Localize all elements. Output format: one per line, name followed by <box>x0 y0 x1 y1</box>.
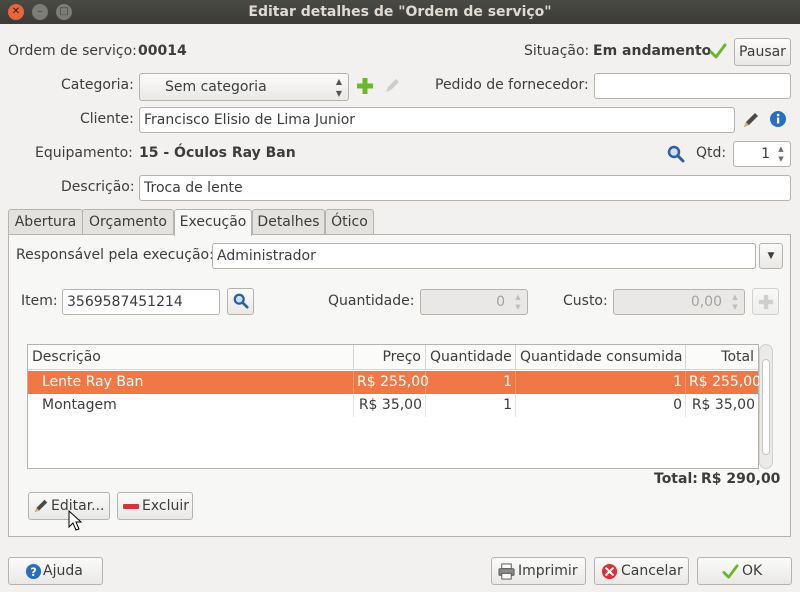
tab-otico[interactable]: Ótico <box>325 209 374 235</box>
supplier-order-input[interactable] <box>594 73 791 99</box>
equipment-value: 15 - Óculos Ray Ban <box>139 145 296 161</box>
window-titlebar: Editar detalhes de "Ordem de serviço" <box>0 0 800 24</box>
category-combobox[interactable]: Sem categoria ▲ ▼ <box>139 73 349 101</box>
spin-arrows-icon: ▲ ▼ <box>515 293 521 311</box>
delete-button[interactable]: Excluir <box>117 492 193 520</box>
os-label: Ordem de serviço: <box>8 43 137 59</box>
column-header-consumed[interactable]: Quantidade consumida <box>516 345 686 370</box>
cell-quantity: 1 <box>426 371 516 394</box>
total-label: Total: <box>654 471 698 487</box>
table-row[interactable]: Lente Ray Ban R$ 255,00 1 1 R$ 255,00 <box>28 371 762 394</box>
qty-value: 1 <box>761 146 770 162</box>
cost-spinbutton: 0,00 ▲ ▼ <box>613 289 745 315</box>
category-value: Sem categoria <box>165 79 267 95</box>
column-header-total[interactable]: Total <box>686 345 758 370</box>
table-row[interactable]: Montagem R$ 35,00 1 0 R$ 35,00 <box>28 394 758 417</box>
table-scrollbar[interactable] <box>759 344 773 469</box>
items-table: Descrição Preço Quantidade Quantidade co… <box>27 344 762 469</box>
close-window-button[interactable]: ✕ <box>8 4 24 20</box>
edit-category-icon[interactable] <box>384 78 400 94</box>
search-icon <box>233 293 249 309</box>
cell-consumed: 1 <box>516 371 686 394</box>
svg-text:?: ? <box>30 565 37 579</box>
help-button-label: Ajuda <box>43 563 83 579</box>
minus-icon <box>123 504 139 510</box>
responsible-label: Responsável pela execução: <box>16 247 214 263</box>
check-icon <box>709 42 727 60</box>
chevron-down-icon: ▼ <box>767 251 775 261</box>
status-label: Situação: <box>524 43 590 59</box>
cell-consumed: 0 <box>516 394 686 417</box>
supplier-order-label: Pedido de fornecedor: <box>435 77 589 93</box>
tab-orcamento[interactable]: Orçamento <box>82 209 174 235</box>
equipment-label: Equipamento: <box>35 145 133 161</box>
quantity-value: 0 <box>496 294 505 310</box>
client-label: Cliente: <box>80 111 134 127</box>
pencil-icon <box>33 498 49 514</box>
cancel-button[interactable]: Cancelar <box>594 557 689 585</box>
pause-button-label: Pausar <box>739 44 786 60</box>
print-button[interactable]: Imprimir <box>491 557 586 585</box>
info-icon[interactable] <box>769 110 787 128</box>
window-title: Editar detalhes de "Ordem de serviço" <box>248 4 552 20</box>
spin-arrows-icon[interactable]: ▲ ▼ <box>774 144 788 164</box>
check-icon <box>722 563 739 580</box>
cell-price: R$ 255,00 <box>354 371 429 394</box>
cost-value: 0,00 <box>690 294 722 310</box>
column-header-quantity[interactable]: Quantidade <box>426 345 516 370</box>
search-equipment-icon[interactable] <box>667 145 685 163</box>
quantity-label: Quantidade: <box>328 293 415 309</box>
print-button-label: Imprimir <box>518 563 578 579</box>
spin-arrows-icon: ▲ ▼ <box>732 293 738 311</box>
description-input[interactable]: Troca de lente <box>139 175 791 201</box>
item-label: Item: <box>21 293 58 309</box>
ok-button[interactable]: OK <box>697 557 792 585</box>
item-input[interactable]: 3569587451214 <box>62 289 220 315</box>
cancel-button-label: Cancelar <box>621 563 683 579</box>
combo-arrows-icon: ▲ ▼ <box>335 77 342 98</box>
delete-button-label: Excluir <box>142 498 189 514</box>
minimize-window-button[interactable]: – <box>32 4 48 20</box>
category-label: Categoria: <box>61 77 134 93</box>
maximize-window-button[interactable]: □ <box>56 4 72 20</box>
quantity-spinbutton: 0 ▲ ▼ <box>420 289 528 315</box>
add-category-icon[interactable] <box>356 77 374 95</box>
qty-spinbutton[interactable]: 1 ▲ ▼ <box>733 141 791 167</box>
cell-total: R$ 35,00 <box>691 397 755 413</box>
description-label: Descrição: <box>61 179 135 195</box>
tab-execucao[interactable]: Execução <box>174 209 252 236</box>
tab-detalhes[interactable]: Detalhes <box>252 209 325 235</box>
total-value: R$ 290,00 <box>701 471 781 487</box>
column-header-description[interactable]: Descrição <box>28 345 354 370</box>
client-input[interactable]: Francisco Elisio de Lima Junior <box>139 107 735 133</box>
search-item-button[interactable] <box>227 288 254 315</box>
help-button[interactable]: ? Ajuda <box>8 557 103 585</box>
cell-price: R$ 35,00 <box>354 394 426 417</box>
edit-client-icon[interactable] <box>742 111 760 129</box>
cell-total: R$ 255,00 <box>689 374 762 390</box>
os-number: 00014 <box>138 43 187 59</box>
tab-abertura[interactable]: Abertura <box>8 209 83 235</box>
mouse-cursor-icon <box>68 510 82 532</box>
printer-icon <box>498 563 515 580</box>
responsible-dropdown-button[interactable]: ▼ <box>759 243 783 269</box>
pause-button[interactable]: Pausar <box>734 38 791 66</box>
qty-label: Qtd: <box>696 145 727 161</box>
cost-label: Custo: <box>563 293 608 309</box>
column-header-price[interactable]: Preço <box>354 345 426 370</box>
cell-description: Montagem <box>28 394 354 417</box>
cell-description: Lente Ray Ban <box>28 371 354 394</box>
plus-icon <box>758 294 774 310</box>
status-value: Em andamento <box>593 43 712 59</box>
help-icon: ? <box>25 563 42 580</box>
add-item-button[interactable] <box>752 288 779 315</box>
responsible-input[interactable]: Administrador <box>212 243 756 269</box>
scrollbar-thumb[interactable] <box>762 359 770 455</box>
ok-button-label: OK <box>742 563 763 579</box>
cancel-icon <box>601 563 618 580</box>
cell-quantity: 1 <box>426 394 516 417</box>
